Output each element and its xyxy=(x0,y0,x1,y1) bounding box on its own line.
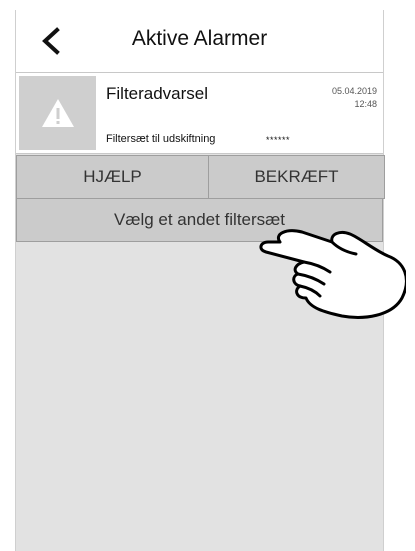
select-other-filter-button[interactable]: Vælg et andet filtersæt xyxy=(16,198,383,242)
confirm-button[interactable]: BEKRÆFT xyxy=(208,155,385,199)
alarm-time: 12:48 xyxy=(354,99,377,109)
warning-triangle-icon xyxy=(41,99,74,127)
alarm-icon-box xyxy=(19,76,96,150)
app-screen: Aktive Alarmer Filteradvarsel 05.04.2019… xyxy=(15,10,385,551)
help-button[interactable]: HJÆLP xyxy=(16,155,209,199)
alarm-card[interactable]: Filteradvarsel 05.04.2019 12:48 Filtersæ… xyxy=(16,72,383,154)
header-bar: Aktive Alarmer xyxy=(16,10,383,72)
alarm-description: Filtersæt til udskiftning xyxy=(106,133,216,145)
page-title: Aktive Alarmer xyxy=(131,27,268,50)
alarm-title: Filteradvarsel xyxy=(106,84,209,103)
alarm-timestamp: 05.04.2019 12:48 xyxy=(332,85,377,111)
alarm-masked-value: ****** xyxy=(266,135,291,145)
alarm-date: 05.04.2019 xyxy=(331,86,377,96)
